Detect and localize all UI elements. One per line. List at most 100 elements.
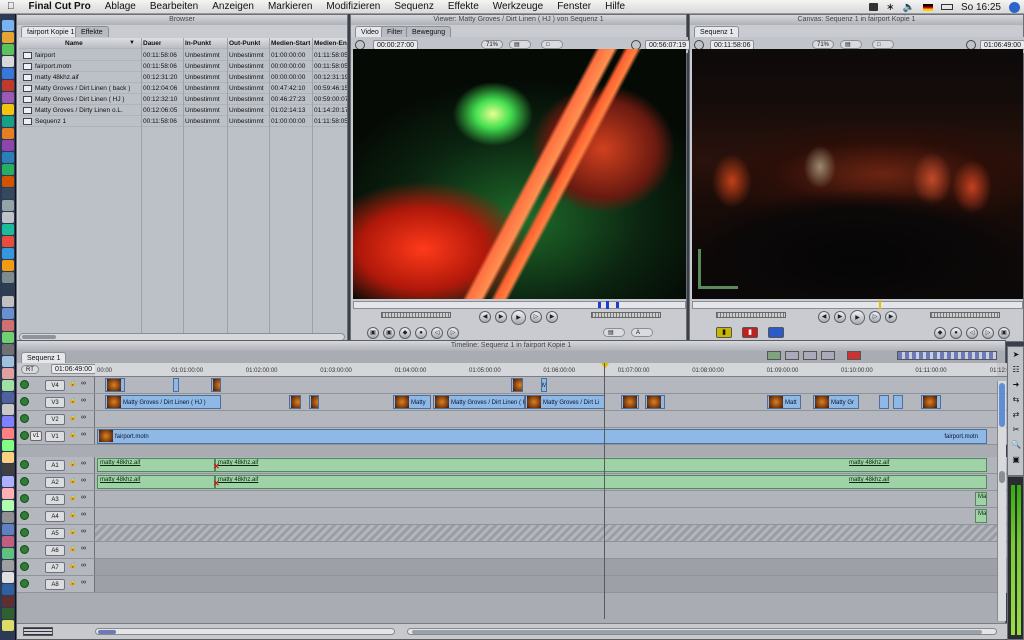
track-label[interactable]: A5 [45, 528, 65, 539]
track-visibility-icon[interactable] [20, 545, 29, 554]
col-in-punkt[interactable]: In-Punkt [185, 38, 211, 49]
viewer-jog[interactable] [591, 312, 661, 318]
video-clip[interactable] [893, 395, 903, 409]
audio-clip[interactable]: Ma [975, 509, 987, 523]
dock-app-icon[interactable] [2, 584, 14, 595]
track-visibility-icon[interactable] [20, 494, 29, 503]
viewer-generators[interactable]: A [631, 328, 653, 337]
timeline-horizontal-scrollbar[interactable] [407, 628, 997, 635]
canvas-overlay[interactable]: □ [872, 40, 894, 49]
dock-app-icon[interactable] [2, 440, 14, 451]
track-link-icon[interactable]: ∞ [81, 380, 86, 387]
track-lock-icon[interactable]: 🔒 [69, 562, 76, 569]
viewer-match-frame-button[interactable]: ▣ [367, 327, 379, 339]
menu-werkzeuge[interactable]: Werkzeuge [486, 0, 550, 14]
dock-app-icon[interactable] [2, 212, 14, 223]
track-link-icon[interactable]: ∞ [81, 562, 86, 569]
video-clip[interactable] [289, 395, 301, 409]
col-medien-start[interactable]: Medien-Start [271, 38, 310, 49]
canvas-mark-out-button[interactable]: ▷ [982, 327, 994, 339]
dock-app-icon[interactable] [2, 524, 14, 535]
viewer-mark-out-button[interactable]: ▷ [447, 327, 459, 339]
track-lock-icon[interactable]: 🔒 [69, 431, 76, 438]
canvas-play-around-button[interactable]: ▷ [869, 311, 881, 323]
dock-app-icon[interactable] [2, 68, 14, 79]
track-visibility-icon[interactable] [20, 562, 29, 571]
track-link-icon[interactable]: ∞ [81, 528, 86, 535]
dock-app-icon[interactable] [2, 488, 14, 499]
menu-fenster[interactable]: Fenster [550, 0, 598, 14]
toggle-clip-overlays-icon[interactable] [767, 351, 781, 360]
viewer-shuttle[interactable] [381, 312, 451, 318]
track-link-icon[interactable]: ∞ [81, 477, 86, 484]
dock-app-icon[interactable] [2, 560, 14, 571]
track-select-tool-icon[interactable]: ➜ [1010, 379, 1022, 390]
canvas-view-mode[interactable]: ▤ [840, 40, 862, 49]
menu-hilfe[interactable]: Hilfe [598, 0, 632, 14]
dock-app-icon[interactable] [2, 404, 14, 415]
track-link-icon[interactable]: ∞ [81, 494, 86, 501]
canvas-playhead[interactable] [879, 300, 881, 309]
video-clip[interactable]: Matty Gr [813, 395, 859, 409]
dock-app-icon[interactable] [2, 356, 14, 367]
timeline-zoom-control[interactable] [95, 628, 395, 635]
track-visibility-icon[interactable] [20, 579, 29, 588]
viewer-mark-clip-button[interactable]: ▣ [383, 327, 395, 339]
edit-select-tool-icon[interactable]: ☷ [1010, 364, 1022, 375]
source-patch-v1[interactable]: v1 [30, 431, 42, 441]
track-lock-icon[interactable]: 🔒 [69, 528, 76, 535]
video-clip[interactable]: Matty Groves / Dirt Li [525, 395, 605, 409]
dock-app-icon[interactable] [2, 152, 14, 163]
video-clip[interactable]: Matty Groves / Dirt Linen ( HJ ) [105, 395, 221, 409]
track-label[interactable]: V4 [45, 380, 65, 391]
viewer-recent-clips[interactable]: ▤ [603, 328, 625, 337]
slip-tool-icon[interactable]: ⇄ [1010, 409, 1022, 420]
tab-fairport-kopie[interactable]: fairport Kopie 1 [21, 26, 81, 37]
dock-app-icon[interactable] [2, 392, 14, 403]
track-layout-icon[interactable] [23, 627, 53, 636]
track-visibility-icon[interactable] [20, 414, 29, 423]
audio-clip[interactable]: Ma [975, 492, 987, 506]
video-clip[interactable] [645, 395, 665, 409]
track-label[interactable]: A4 [45, 511, 65, 522]
canvas-next-edit-button[interactable]: ▶ [885, 311, 897, 323]
dock-app-icon[interactable] [2, 620, 14, 631]
video-clip[interactable] [879, 395, 889, 409]
menu-markieren[interactable]: Markieren [261, 0, 319, 14]
track-link-icon[interactable]: ∞ [81, 545, 86, 552]
dock-app-icon[interactable] [2, 332, 14, 343]
snapping-icon[interactable] [821, 351, 835, 360]
track-visibility-icon[interactable] [20, 380, 29, 389]
dock-app-icon[interactable] [2, 140, 14, 151]
canvas-shuttle[interactable] [716, 312, 786, 318]
canvas-mark-in-button[interactable]: ◁ [966, 327, 978, 339]
menu-extra-icon[interactable] [869, 3, 879, 11]
audio-track-6[interactable]: A6 🔒 ∞ [17, 542, 1007, 559]
viewer-playhead[interactable] [606, 301, 609, 309]
dock-app-icon[interactable] [2, 416, 14, 427]
dock-app-icon[interactable] [2, 308, 14, 319]
viewer-mark-in-button[interactable]: ◁ [431, 327, 443, 339]
video-clip[interactable]: Matty Groves / Dirt Linen ( HJ ) [433, 395, 525, 409]
dock-app-icon[interactable] [2, 452, 14, 463]
dock-app-icon[interactable] [2, 320, 14, 331]
dock-app-icon[interactable] [2, 272, 14, 283]
video-clip-fairport[interactable]: fairport.motn fairport.motn [97, 429, 987, 444]
track-label[interactable]: V3 [45, 397, 65, 408]
canvas-play-in-out-button[interactable]: ▶ [834, 311, 846, 323]
col-medien-end[interactable]: Medien-End [314, 38, 347, 49]
col-dauer[interactable]: Dauer [143, 38, 161, 49]
video-clip[interactable] [511, 378, 523, 392]
track-visibility-icon[interactable] [20, 511, 29, 520]
track-visibility-icon[interactable] [20, 431, 29, 440]
track-visibility-icon[interactable] [20, 397, 29, 406]
audio-clip[interactable]: matty 48khz.aif [97, 458, 215, 472]
viewer-add-marker-button[interactable]: ● [415, 327, 427, 339]
canvas-zoom[interactable]: 71% [812, 40, 835, 49]
tab-effekte[interactable]: Effekte [75, 26, 109, 37]
audio-track-8[interactable]: A8 🔒 ∞ [17, 576, 1007, 593]
viewer-scrubber[interactable] [353, 301, 686, 309]
dock-app-icon[interactable] [2, 92, 14, 103]
dock-app-icon[interactable] [2, 536, 14, 547]
menubar-clock[interactable]: So 16:25 [961, 2, 1001, 13]
